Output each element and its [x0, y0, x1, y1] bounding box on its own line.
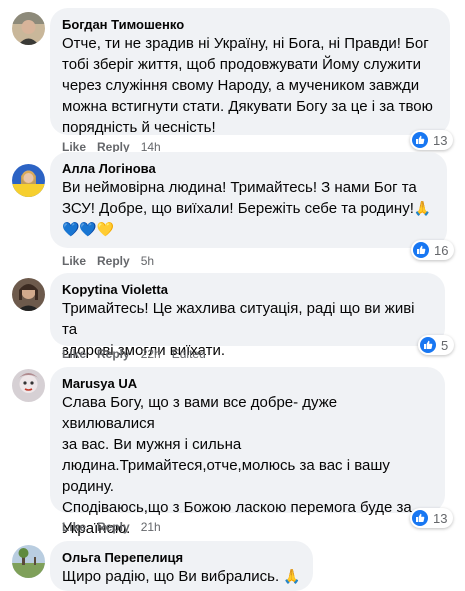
timestamp[interactable]: 5h	[141, 253, 154, 269]
comment-author[interactable]: Kopytina Violetta	[62, 281, 433, 298]
thumbs-up-icon	[420, 337, 436, 353]
comment-text: Щиро радію, що Ви вибрались. 🙏	[62, 568, 301, 585]
reply-button[interactable]: Reply	[97, 346, 130, 362]
reaction-count[interactable]: 16	[411, 240, 455, 260]
avatar[interactable]	[12, 369, 45, 402]
like-button[interactable]: Like	[62, 253, 86, 269]
timestamp[interactable]: 21h	[141, 519, 161, 535]
reaction-count[interactable]: 13	[410, 508, 454, 528]
avatar[interactable]	[12, 12, 45, 45]
comment-text: Отче, ти не зрадив ні Україну, ні Бога, …	[62, 35, 433, 136]
like-button[interactable]: Like	[62, 346, 86, 362]
comment-bubble: Marusya UA Слава Богу, що з вами все доб…	[50, 367, 445, 537]
thumbs-up-icon	[412, 510, 428, 526]
reaction-number: 13	[433, 132, 448, 148]
timestamp[interactable]: 22h	[141, 346, 161, 362]
avatar[interactable]	[12, 164, 45, 197]
heart-emojis: 💙💙💛	[62, 221, 115, 237]
reply-button[interactable]: Reply	[97, 519, 130, 535]
like-button[interactable]: Like	[62, 519, 86, 535]
reaction-number: 16	[434, 242, 449, 258]
edited-label: Edited	[171, 347, 206, 361]
reaction-count[interactable]: 5	[418, 335, 455, 355]
avatar[interactable]	[12, 545, 45, 578]
avatar[interactable]	[12, 278, 45, 311]
comment-author[interactable]: Алла Логінова	[62, 160, 435, 177]
comment-text: Слава Богу, що з вами все добре- дуже хв…	[62, 394, 390, 495]
comment-actions: Like Reply 21h	[62, 519, 172, 535]
comment-bubble: Богдан Тимошенко Отче, ти не зрадив ні У…	[50, 8, 450, 136]
comment-author[interactable]: Ольга Перепелиця	[62, 549, 301, 566]
reaction-number: 13	[433, 510, 448, 526]
thumbs-up-icon	[412, 132, 428, 148]
reply-button[interactable]: Reply	[97, 253, 130, 269]
comment-bubble: Алла Логінова Ви неймовірна людина! Трим…	[50, 152, 447, 248]
reaction-count[interactable]: 13	[410, 130, 454, 150]
comment-bubble: Kopytina Violetta Тримайтесь! Це жахлива…	[50, 273, 445, 359]
pray-emoji: 🙏	[283, 568, 301, 584]
comment-author[interactable]: Marusya UA	[62, 375, 433, 392]
reaction-number: 5	[441, 337, 449, 353]
comment-author[interactable]: Богдан Тимошенко	[62, 16, 438, 33]
comment-text: Ви неймовірна людина! Тримайтесь! З нами…	[62, 179, 432, 217]
pray-emoji: 🙏	[413, 200, 432, 216]
comment-actions: Like Reply 5h	[62, 253, 165, 269]
thumbs-up-icon	[413, 242, 429, 258]
comment-bubble: Ольга Перепелиця Щиро радію, що Ви вибра…	[50, 541, 313, 591]
comment-actions: Like Reply 22h Edited	[62, 346, 217, 362]
